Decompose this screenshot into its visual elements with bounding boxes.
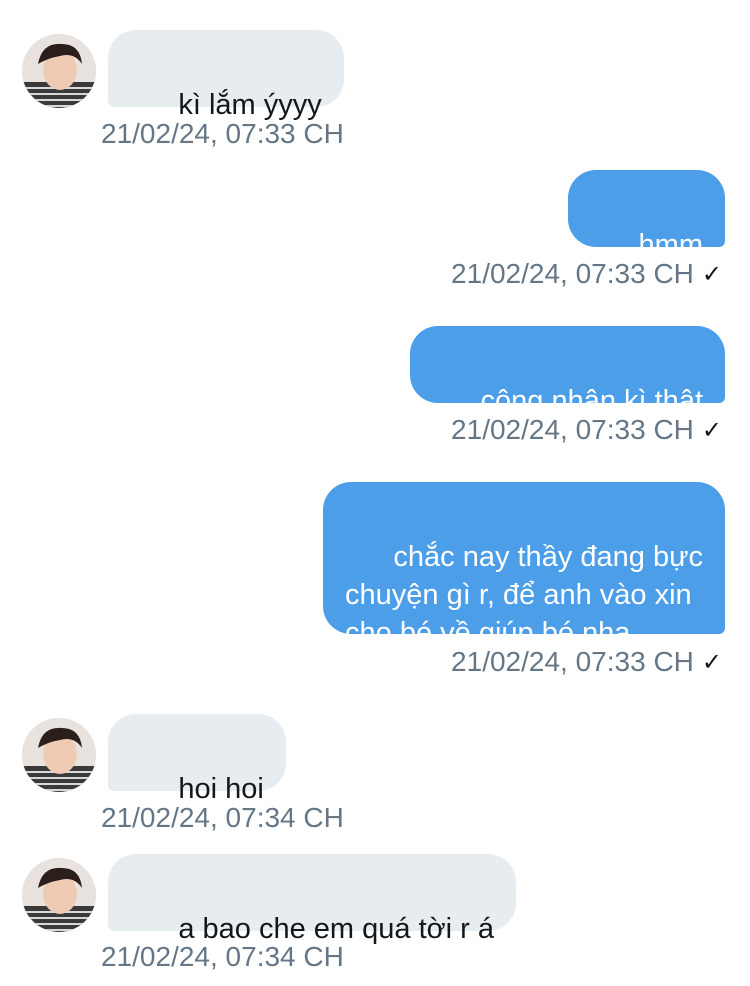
- message-timestamp: 21/02/24, 07:34 CH: [101, 802, 344, 833]
- message-bubble-outgoing[interactable]: hmm: [568, 170, 725, 261]
- message-text: chắc nay thầy đang bực chuyện gì r, để a…: [345, 541, 703, 649]
- message-bubble-incoming[interactable]: a bao che em quá tời r á: [108, 854, 516, 945]
- avatar-image: [22, 34, 96, 108]
- user-avatar[interactable]: [22, 858, 96, 932]
- message-bubble-outgoing[interactable]: chắc nay thầy đang bực chuyện gì r, để a…: [323, 482, 725, 649]
- message-timestamp: 21/02/24, 07:34 CH: [101, 941, 344, 972]
- checkmark-icon: ✓: [701, 261, 722, 288]
- checkmark-icon: ✓: [701, 649, 722, 676]
- message-bubble-incoming[interactable]: hoi hoi: [108, 714, 286, 805]
- message-thread: kì lắm ýyyy 21/02/24, 07:33 CH hmm 21/02…: [0, 0, 750, 974]
- user-avatar[interactable]: [22, 718, 96, 792]
- message-bubble-outgoing[interactable]: công nhận kì thật: [410, 326, 725, 417]
- message-timestamp: 21/02/24, 07:33 CH ✓: [451, 645, 722, 680]
- user-avatar[interactable]: [22, 34, 96, 108]
- message-timestamp: 21/02/24, 07:33 CH: [101, 118, 344, 149]
- avatar-image: [22, 858, 96, 932]
- avatar-image: [22, 718, 96, 792]
- message-timestamp: 21/02/24, 07:33 CH ✓: [451, 257, 722, 292]
- checkmark-icon: ✓: [701, 417, 722, 444]
- message-timestamp: 21/02/24, 07:33 CH ✓: [451, 413, 722, 448]
- message-bubble-incoming[interactable]: kì lắm ýyyy: [108, 30, 344, 121]
